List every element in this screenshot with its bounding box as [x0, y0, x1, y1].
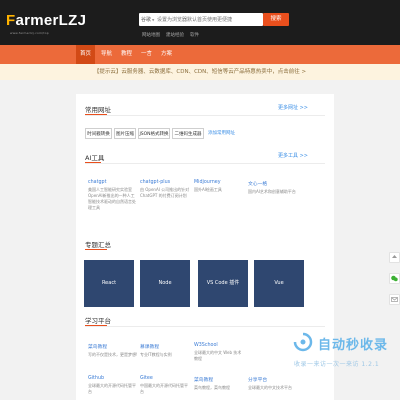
divider	[85, 115, 325, 116]
learn-item-name: 菜鸟教程	[194, 378, 214, 383]
learn-item-imooc[interactable]: 慕课教程 专业IT教程与实例	[140, 343, 190, 358]
learn-item-runoob-2[interactable]: 菜鸟教程 菜鸟教程，菜鸟教程	[194, 376, 244, 391]
sub-link-software[interactable]: 软件	[190, 32, 199, 38]
ai-item-name: chatgpt	[88, 180, 107, 185]
watermark-overlay: 自动秒收录 收录一来访一次一来访 1.2.1	[292, 331, 396, 381]
float-button-wechat[interactable]	[389, 273, 400, 284]
search-input[interactable]	[157, 15, 261, 24]
search-box: 谷歌▼	[139, 13, 263, 26]
ai-item-chatgpt[interactable]: chatgpt 美国人工智能研究实验室OpenAI新推出的一种人工智能技术驱动的…	[88, 180, 138, 211]
wechat-icon	[391, 275, 398, 282]
common-tag-json[interactable]: JSON格式转换	[138, 128, 170, 139]
chevron-down-icon: ▼	[152, 18, 155, 22]
learn-item-desc: 全球最大的开源代码托管平台	[88, 383, 136, 394]
learn-item-runoob[interactable]: 菜鸟教程 写的不仅是技术，更是梦想!	[88, 343, 138, 358]
watermark-logo-icon	[293, 332, 313, 352]
logo-subtitle: www.farmerlzj.com/top	[10, 31, 49, 35]
arrow-up-icon	[392, 255, 397, 258]
learn-item-desc: 全球最大的中文 Web 技术教程	[194, 350, 242, 361]
nav-item-tutorial[interactable]: 教程	[117, 45, 136, 64]
nav-item-navigation[interactable]: 导航	[97, 45, 116, 64]
learn-item-name: Github	[88, 376, 105, 381]
site-logo[interactable]: FarmerLZJ	[6, 12, 86, 29]
ai-item-desc: 国外AI绘画工具	[194, 187, 222, 192]
topic-vue[interactable]: Vue	[254, 260, 304, 307]
nav-item-quote[interactable]: 一言	[137, 45, 156, 64]
section-title-learning: 学习平台	[85, 317, 111, 325]
ai-item-midjourney[interactable]: Midjourney 国外AI绘画工具	[194, 180, 244, 193]
section-title-topics: 专题汇总	[85, 241, 111, 249]
learn-item-name: 菜鸟教程	[88, 345, 108, 350]
learn-item-name: Gitee	[140, 376, 153, 381]
mail-icon	[391, 297, 398, 302]
learn-item-w3school[interactable]: W3School 全球最大的中文 Web 技术教程	[194, 343, 244, 362]
ai-item-desc: 国内AI艺术和创意辅助平台	[248, 189, 296, 194]
learn-item-desc: 写的不仅是技术，更是梦想!	[88, 352, 138, 357]
divider	[85, 163, 325, 164]
learn-item-share[interactable]: 分享平台 全球最大的中文技术平台	[248, 376, 298, 391]
ai-item-name: 文心一格	[248, 182, 268, 187]
ai-item-name: chatgpt-plus	[140, 180, 171, 185]
learn-item-desc: 全球最大的中文技术平台	[248, 385, 292, 390]
learn-item-name: W3School	[194, 343, 218, 348]
topic-react[interactable]: React	[84, 260, 134, 307]
more-sites-link[interactable]: 更多网址 >>	[278, 104, 308, 111]
top-header: FarmerLZJ www.farmerlzj.com/top 谷歌▼ 搜索 网…	[0, 0, 400, 45]
watermark-subtitle: 收录一来访一次一来访 1.2.1	[294, 361, 380, 368]
notice-bar[interactable]: 【提示云】云服务器、云数据库、CDN、CDN、短信等云产品特惠热卖中，点击前往 …	[0, 64, 400, 80]
header-sub-links: 网站地图 建站经验 软件	[142, 32, 199, 38]
section-title-ai: AI工具	[85, 154, 105, 162]
topic-node[interactable]: Node	[140, 260, 190, 307]
ai-item-name: Midjourney	[194, 180, 221, 185]
learn-item-gitee[interactable]: Gitee 中国最大的开源代码托管平台	[140, 376, 190, 395]
nav-item-plan[interactable]: 方案	[157, 45, 176, 64]
section-underline	[85, 249, 107, 250]
sub-link-experience[interactable]: 建站经验	[166, 32, 184, 38]
learn-item-name: 分享平台	[248, 378, 268, 383]
add-common-site-link[interactable]: 添加常用网址	[208, 128, 235, 139]
learn-item-desc: 菜鸟教程，菜鸟教程	[194, 385, 230, 390]
search-engine-select[interactable]: 谷歌▼	[141, 16, 155, 23]
learn-item-desc: 专业IT教程与实例	[140, 352, 172, 357]
float-button-email[interactable]	[389, 294, 400, 305]
divider	[85, 326, 325, 327]
topic-vscode[interactable]: VS Code 插件	[198, 260, 248, 307]
ai-item-chatgpt-plus[interactable]: chatgpt-plus 由 OpenAI 公司推出的针对 ChatGPT 的付…	[140, 180, 190, 199]
logo-rest: armerLZJ	[15, 12, 87, 29]
search-button[interactable]: 搜索	[263, 13, 289, 26]
ai-item-wenxin[interactable]: 文心一格 国内AI艺术和创意辅助平台	[248, 180, 298, 195]
float-button-top[interactable]	[389, 252, 400, 263]
common-tag-qrcode[interactable]: 二维码生成器	[172, 128, 204, 139]
main-nav: 首页 导航 教程 一言 方案	[0, 45, 400, 64]
more-tools-link[interactable]: 更多工具 >>	[278, 152, 308, 159]
section-title-common: 常用网址	[85, 106, 111, 114]
common-tag-image-compress[interactable]: 图片压缩	[114, 128, 136, 139]
watermark-title: 自动秒收录	[318, 337, 389, 352]
nav-item-home[interactable]: 首页	[76, 45, 95, 64]
ai-item-desc: 由 OpenAI 公司推出的针对 ChatGPT 的付费订阅计划	[140, 187, 190, 198]
common-tag-timestamp[interactable]: 时间戳转换	[85, 128, 112, 139]
learn-item-github[interactable]: Github 全球最大的开源代码托管平台	[88, 376, 138, 395]
learn-item-desc: 中国最大的开源代码托管平台	[140, 383, 188, 394]
learn-item-name: 慕课教程	[140, 345, 160, 350]
ai-item-desc: 美国人工智能研究实验室OpenAI新推出的一种人工智能技术驱动的自然语言处理工具	[88, 187, 136, 210]
sub-link-sitemap[interactable]: 网站地图	[142, 32, 160, 38]
search-engine-label: 谷歌	[141, 17, 152, 23]
